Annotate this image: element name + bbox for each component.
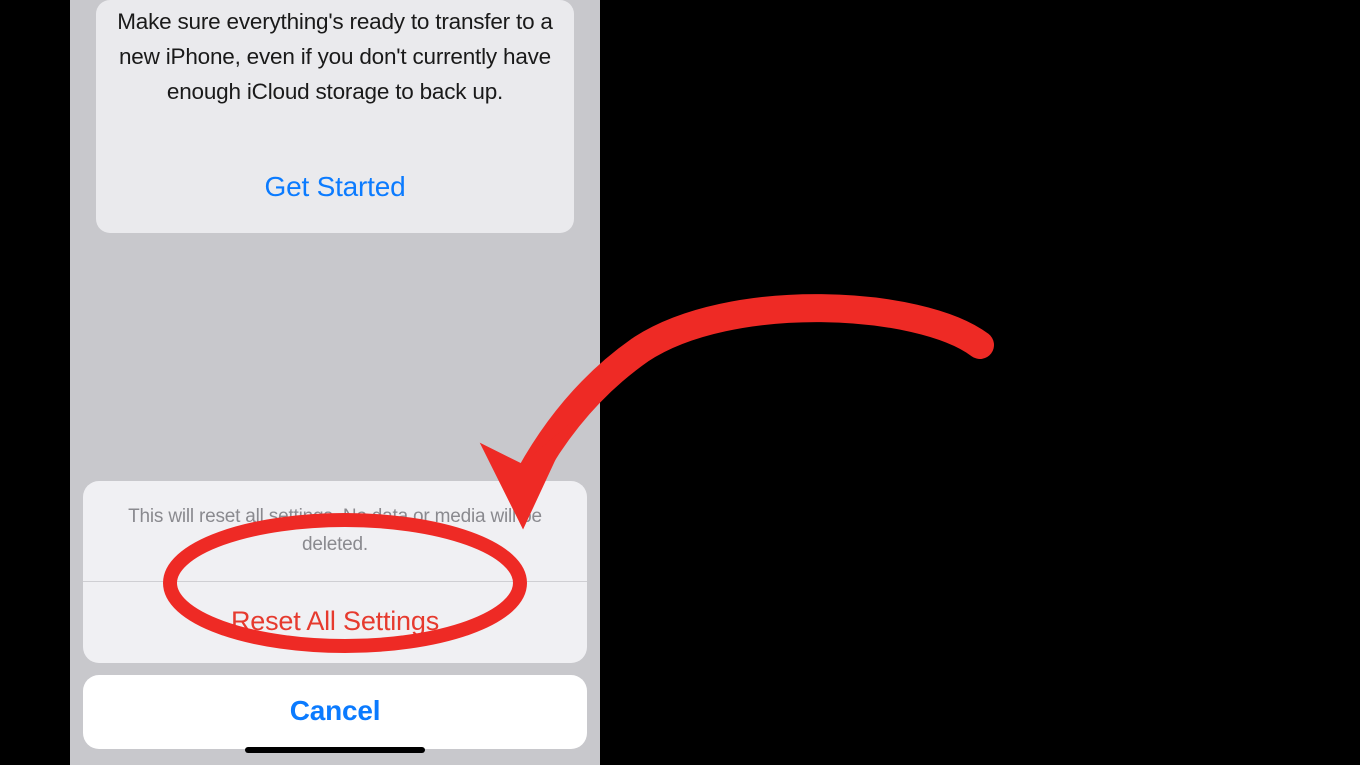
action-sheet: This will reset all settings. No data or… xyxy=(70,481,600,765)
prepare-transfer-description: Make sure everything's ready to transfer… xyxy=(116,0,554,109)
get-started-button[interactable]: Get Started xyxy=(116,171,554,203)
action-sheet-message: This will reset all settings. No data or… xyxy=(83,481,587,581)
reset-all-settings-button[interactable]: Reset All Settings xyxy=(83,582,587,663)
iphone-settings-screen: Make sure everything's ready to transfer… xyxy=(70,0,600,765)
action-sheet-panel: This will reset all settings. No data or… xyxy=(83,481,587,663)
prepare-transfer-card: Make sure everything's ready to transfer… xyxy=(96,0,574,233)
cancel-button[interactable]: Cancel xyxy=(83,675,587,749)
home-indicator[interactable] xyxy=(245,747,425,753)
